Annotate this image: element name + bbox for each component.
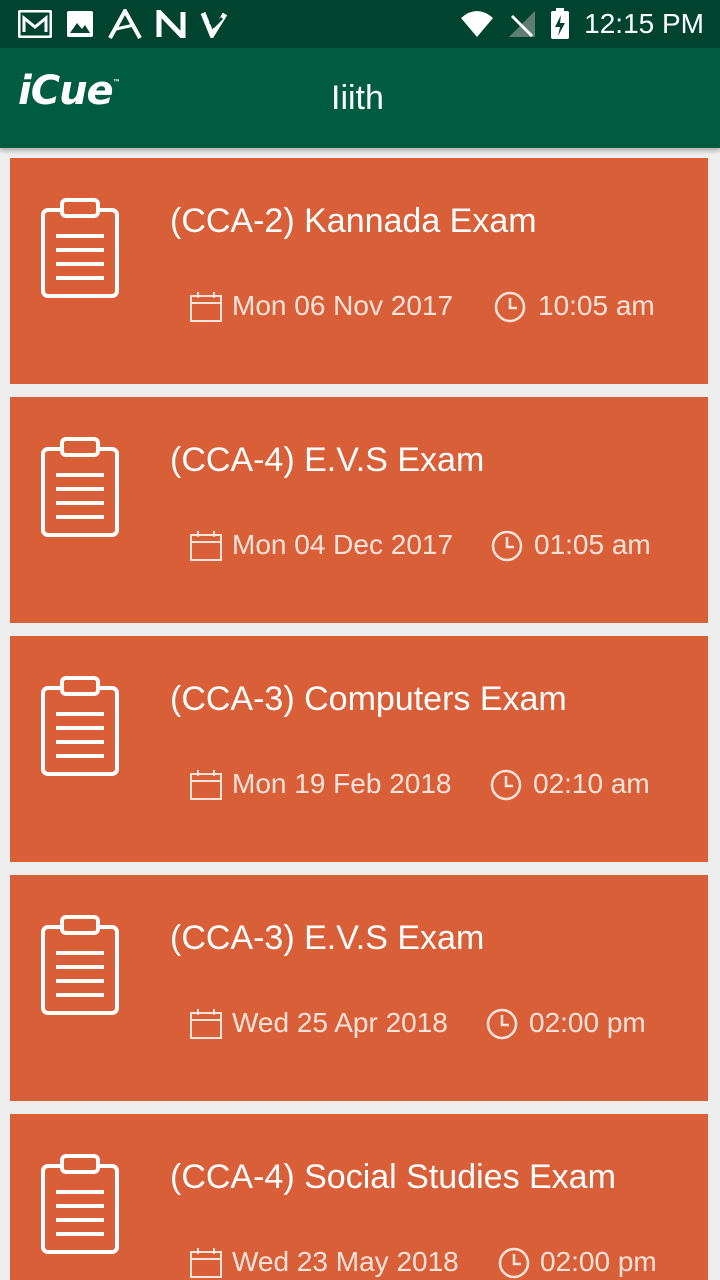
- clock-icon: [494, 291, 526, 323]
- app-logo: iCue™: [18, 68, 121, 114]
- battery-charging-icon: [551, 8, 570, 39]
- exam-list[interactable]: (CCA-2) Kannada Exam Mon 06 Nov 2017 10:…: [0, 148, 720, 1280]
- exam-time: 01:05 am: [534, 529, 651, 560]
- exam-card[interactable]: (CCA-3) Computers Exam Mon 19 Feb 2018 0…: [10, 636, 708, 862]
- calendar-icon: [190, 1009, 222, 1039]
- exam-card[interactable]: (CCA-3) E.V.S Exam Wed 25 Apr 2018 02:00…: [10, 875, 708, 1101]
- no-signal-icon: [509, 11, 536, 38]
- clock-icon: [486, 1008, 518, 1040]
- exam-date: Wed 25 Apr 2018: [232, 1007, 448, 1038]
- notification-icons: [18, 8, 228, 40]
- page-title: Iiith: [331, 79, 384, 117]
- exam-title: (CCA-2) Kannada Exam: [170, 202, 537, 240]
- exam-date: Mon 19 Feb 2018: [232, 768, 452, 799]
- clock-icon: [491, 530, 523, 562]
- clipboard-icon: [41, 198, 119, 298]
- exam-card[interactable]: (CCA-2) Kannada Exam Mon 06 Nov 2017 10:…: [10, 158, 708, 384]
- wifi-icon: [461, 11, 494, 37]
- exam-title: (CCA-4) E.V.S Exam: [170, 441, 485, 479]
- clipboard-icon: [41, 1154, 119, 1254]
- clipboard-icon: [41, 915, 119, 1015]
- exam-title: (CCA-3) E.V.S Exam: [170, 919, 485, 957]
- clipboard-icon: [41, 437, 119, 537]
- exam-time: 10:05 am: [538, 290, 655, 321]
- status-bar: 12:15 PM: [0, 0, 720, 48]
- gmail-icon: [18, 10, 52, 38]
- calendar-icon: [190, 531, 222, 561]
- exam-card[interactable]: (CCA-4) Social Studies Exam Wed 23 May 2…: [10, 1114, 708, 1280]
- exam-time: 02:00 pm: [529, 1007, 646, 1038]
- image-icon: [67, 11, 93, 37]
- calendar-icon: [190, 292, 222, 322]
- app-a-icon: [108, 9, 142, 39]
- exam-date: Mon 06 Nov 2017: [232, 290, 454, 321]
- exam-title: (CCA-3) Computers Exam: [170, 680, 567, 718]
- exam-time: 02:00 pm: [540, 1246, 657, 1277]
- exam-time: 02:10 am: [533, 768, 650, 799]
- exam-title: (CCA-4) Social Studies Exam: [170, 1158, 616, 1196]
- clock-icon: [490, 769, 522, 801]
- check-icon: [200, 12, 228, 38]
- calendar-icon: [190, 770, 222, 800]
- system-status: 12:15 PM: [460, 8, 704, 40]
- logo-text: iCue: [18, 68, 114, 114]
- app-n-icon: [156, 10, 186, 38]
- app-bar: iCue™ Iiith: [0, 48, 720, 148]
- exam-date: Wed 23 May 2018: [232, 1246, 459, 1277]
- trademark-mark: ™: [112, 78, 121, 87]
- clock-time: 12:15 PM: [584, 8, 704, 39]
- exam-date: Mon 04 Dec 2017: [232, 529, 454, 560]
- clipboard-icon: [41, 676, 119, 776]
- clock-icon: [498, 1247, 530, 1279]
- calendar-icon: [190, 1248, 222, 1278]
- exam-card[interactable]: (CCA-4) E.V.S Exam Mon 04 Dec 2017 01:05…: [10, 397, 708, 623]
